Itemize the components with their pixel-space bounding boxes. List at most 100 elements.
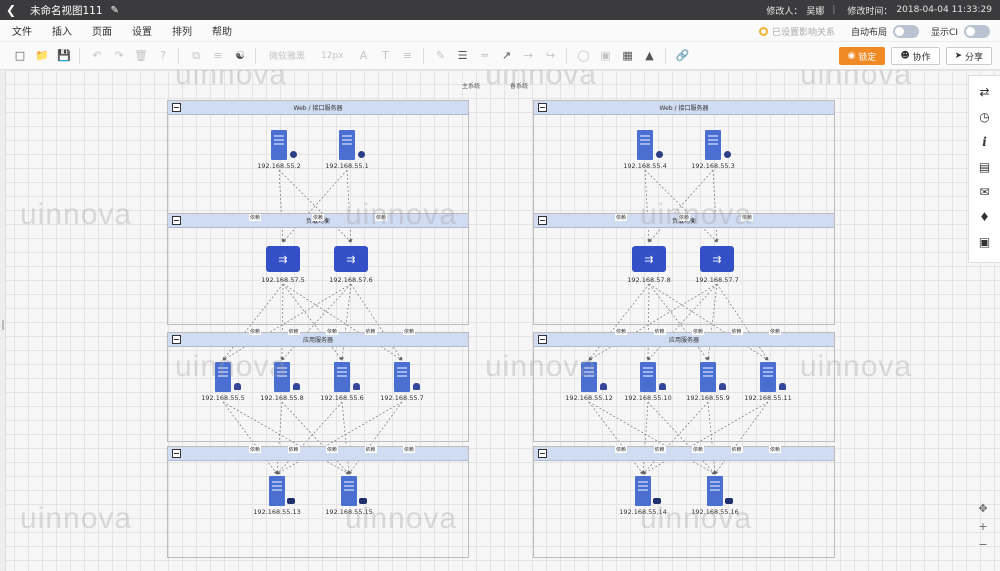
menu-page[interactable]: 页面 [92, 23, 112, 38]
back-arrow-icon[interactable]: ❮ [6, 0, 20, 20]
panel-header: 应用服务器 [534, 333, 834, 347]
line-width-icon[interactable]: ═ [475, 46, 495, 66]
app-node-right-1[interactable]: 192.168.55.10 [620, 362, 676, 406]
edge-label: 依赖 [249, 446, 262, 453]
status-dot-icon [724, 151, 731, 158]
app-node-left-2[interactable]: 192.168.55.6 [314, 362, 370, 406]
hierarchy-layout-icon[interactable]: ☯ [230, 46, 250, 66]
collapse-icon[interactable] [172, 449, 181, 458]
impact-relation-indicator[interactable]: 已设置影响关系 [759, 25, 835, 38]
lock-button[interactable]: ◉ 锁定 [838, 47, 886, 65]
edge-label: 依赖 [692, 328, 705, 335]
user-icon [293, 383, 300, 390]
separator: | [832, 5, 836, 15]
arrow-style-icon[interactable]: → [519, 46, 539, 66]
modifier-label: 修改人： [766, 6, 803, 17]
app-node-right-3[interactable]: 192.168.55.11 [740, 362, 796, 406]
panel-title: Web / 接口服务器 [293, 105, 343, 112]
font-size-select[interactable]: 12px [321, 51, 344, 61]
comment-icon[interactable]: ✉ [976, 183, 994, 201]
document-title[interactable]: 未命名视图111 [30, 3, 103, 18]
status-dot-icon [656, 151, 663, 158]
zoom-out-icon[interactable]: − [974, 538, 992, 554]
align-icon[interactable]: ≡ [208, 46, 228, 66]
toolbar-buttons: ◉ 锁定 ☻ 协作 ➤ 分享 [833, 47, 992, 65]
text-style-icon[interactable]: T [376, 46, 396, 66]
move-icon[interactable]: ✥ [974, 502, 992, 518]
menu-file[interactable]: 文件 [12, 23, 32, 38]
connector-icon[interactable]: ↗ [497, 46, 517, 66]
web-node-right-1[interactable]: 192.168.55.3 [685, 130, 741, 174]
refresh-icon[interactable]: ⇄ [976, 83, 994, 101]
modified-time-label: 修改时间： [847, 6, 893, 17]
redo-icon[interactable]: ↷ [109, 46, 129, 66]
collab-button-label: 协作 [912, 52, 931, 63]
edge-label: 依赖 [249, 328, 262, 335]
edge-label: 依赖 [730, 446, 743, 453]
history-clock-icon[interactable]: ◷ [976, 108, 994, 126]
menu-help[interactable]: 帮助 [212, 23, 232, 38]
group-icon[interactable]: ▣ [596, 46, 616, 66]
delete-icon[interactable]: 🗑 [131, 46, 151, 66]
menu-arrange[interactable]: 排列 [172, 23, 192, 38]
font-color-icon[interactable]: A [354, 46, 374, 66]
fill-color-icon[interactable]: ✎ [431, 46, 451, 66]
lb-node-left-0[interactable]: ⇉ 192.168.57.5 [255, 244, 311, 288]
layer-icon[interactable]: ◯ [574, 46, 594, 66]
app-node-left-3[interactable]: 192.168.55.7 [374, 362, 430, 406]
copy-style-icon[interactable]: ⧉ [186, 46, 206, 66]
waypoint-icon[interactable]: ↪ [541, 46, 561, 66]
line-style-icon[interactable]: ☰ [453, 46, 473, 66]
save-icon[interactable]: 💾 [54, 46, 74, 66]
server-icon [269, 476, 295, 506]
left-panel-handle[interactable] [0, 70, 6, 571]
server-icon [271, 130, 297, 160]
zoom-in-icon[interactable]: + [974, 520, 992, 536]
share-button[interactable]: ➤ 分享 [945, 47, 992, 65]
pencil-icon[interactable]: ✎ [111, 5, 119, 16]
lb-node-left-1[interactable]: ⇉ 192.168.57.6 [323, 244, 379, 288]
web-node-left-1[interactable]: 192.168.55.1 [319, 130, 375, 174]
theme-shirt-icon[interactable]: ▲ [640, 46, 660, 66]
undo-icon[interactable]: ↶ [87, 46, 107, 66]
node-ip-label: 192.168.55.3 [691, 162, 735, 170]
db-node-left-0[interactable]: 192.168.55.13 [249, 476, 305, 520]
menu-settings[interactable]: 设置 [132, 23, 152, 38]
load-balancer-icon: ⇉ [632, 246, 666, 272]
edge-label: 依赖 [364, 328, 377, 335]
node-ip-label: 192.168.55.11 [744, 394, 792, 402]
collapse-icon[interactable] [538, 449, 547, 458]
text-align-icon[interactable]: ≡ [398, 46, 418, 66]
collab-button[interactable]: ☻ 协作 [891, 47, 940, 65]
help-icon[interactable]: ? [153, 46, 173, 66]
tag-icon[interactable]: ♦ [976, 208, 994, 226]
info-icon[interactable]: i [976, 133, 994, 151]
node-ip-label: 192.168.55.4 [623, 162, 667, 170]
diagram-canvas[interactable]: 主系统 备系统 Web / 接口服务器 负载均衡 应用服务器 Web / 接口服务器负… [0, 70, 1000, 571]
web-node-left-0[interactable]: 192.168.55.2 [251, 130, 307, 174]
user-icon [659, 383, 666, 390]
panel-header: Web / 接口服务器 [534, 101, 834, 115]
right-tool-panel: ⇄ ◷ i ▤ ✉ ♦ ▣ [968, 75, 1000, 263]
app-node-right-2[interactable]: 192.168.55.9 [680, 362, 736, 406]
font-family-select[interactable]: 微软雅黑 [269, 49, 305, 62]
link-icon[interactable]: 🔗 [673, 46, 693, 66]
monitor-icon[interactable]: ▣ [976, 233, 994, 251]
panel-title: 应用服务器 [302, 337, 333, 344]
web-node-right-0[interactable]: 192.168.55.4 [617, 130, 673, 174]
server-icon [334, 362, 360, 392]
edge-label: 依赖 [287, 446, 300, 453]
page-split-icon[interactable]: ▤ [976, 158, 994, 176]
toolbar: □ 📁 💾 ↶ ↷ 🗑 ? ⧉ ≡ ☯ 微软雅黑 12px A T ≡ ✎ ☰ … [0, 42, 1000, 70]
new-file-icon[interactable]: □ [10, 46, 30, 66]
watermark-logo: uinnova [485, 70, 598, 91]
menu-insert[interactable]: 插入 [52, 23, 72, 38]
server-icon [394, 362, 420, 392]
node-ip-label: 192.168.55.5 [201, 394, 245, 402]
lb-node-right-1[interactable]: ⇉ 192.168.57.7 [689, 244, 745, 288]
open-folder-icon[interactable]: 📁 [32, 46, 52, 66]
auto-layout-toggle[interactable] [893, 24, 920, 38]
lock-icon[interactable]: ▦ [618, 46, 638, 66]
show-ci-toggle[interactable] [964, 24, 990, 38]
lb-node-right-0[interactable]: ⇉ 192.168.57.8 [621, 244, 677, 288]
